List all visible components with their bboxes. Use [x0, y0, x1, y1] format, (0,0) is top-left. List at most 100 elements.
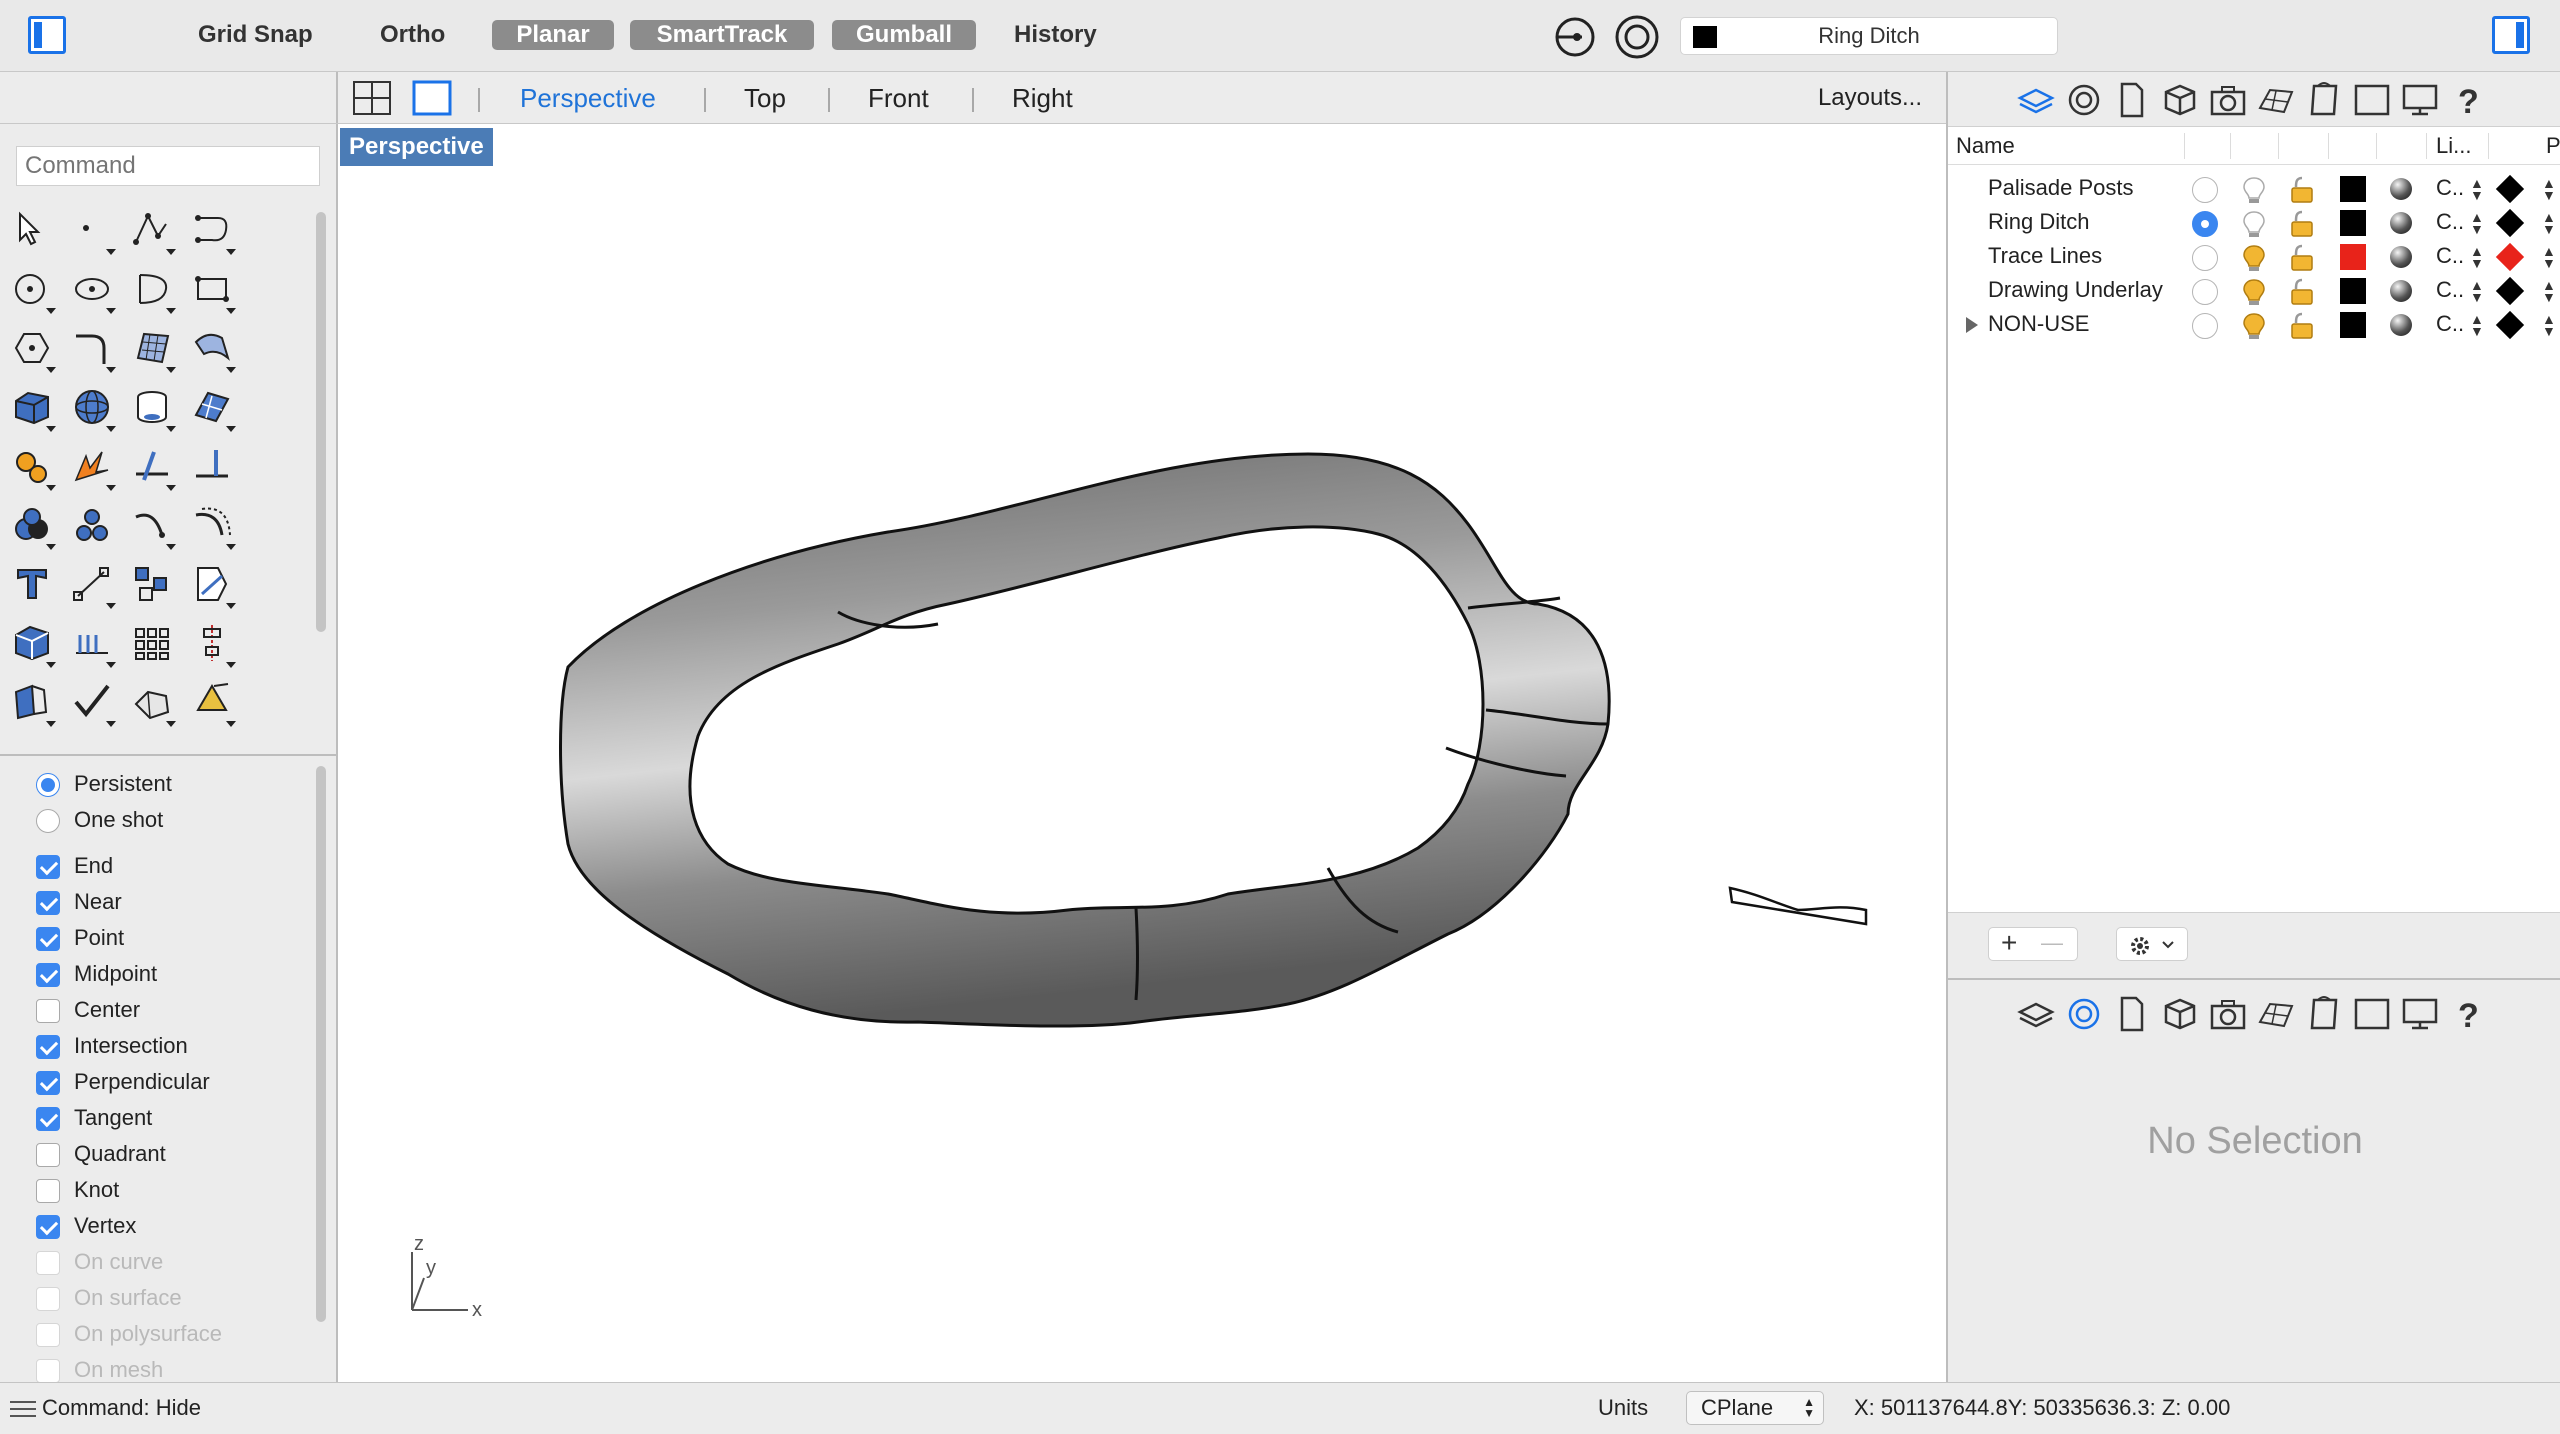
osnap-checkbox[interactable]: [36, 927, 60, 951]
curve-tool[interactable]: [186, 204, 246, 263]
display-icon[interactable]: [2400, 80, 2440, 120]
explode-tool[interactable]: [66, 440, 126, 499]
osnap-vertex[interactable]: Vertex: [36, 1208, 306, 1244]
record-history-icon[interactable]: [1614, 14, 1660, 60]
gumball-button[interactable]: Gumball: [832, 20, 976, 50]
layers-header-linetype[interactable]: Li...: [2436, 133, 2471, 159]
print-color-diamond[interactable]: [2495, 276, 2525, 306]
drafting-tool[interactable]: [66, 617, 126, 676]
right-sidebar-toggle-icon[interactable]: [2492, 16, 2530, 54]
arc-tool[interactable]: [126, 263, 186, 322]
material-sphere-icon[interactable]: [2390, 280, 2412, 302]
array-tool[interactable]: [126, 617, 186, 676]
smarttrack-button[interactable]: SmartTrack: [630, 20, 814, 50]
ground-plane-icon-lower[interactable]: [2256, 994, 2296, 1034]
print-color-diamond[interactable]: [2495, 174, 2525, 204]
trim-tool[interactable]: [126, 440, 186, 499]
layer-color-swatch[interactable]: [2340, 210, 2366, 236]
split-tool[interactable]: [186, 440, 246, 499]
current-layer-radio[interactable]: [2192, 313, 2218, 339]
tab-perspective[interactable]: Perspective: [520, 82, 656, 114]
print-color-stepper-icon[interactable]: ▲ ▼: [2542, 176, 2556, 202]
command-input[interactable]: [16, 146, 320, 186]
osnap-checkbox[interactable]: [36, 1035, 60, 1059]
render-tool[interactable]: [6, 617, 66, 676]
trace-line-curve[interactable]: [1728, 886, 1868, 926]
current-layer-radio[interactable]: [2192, 211, 2218, 237]
circle-tool[interactable]: [6, 263, 66, 322]
properties-icon-lower[interactable]: [2064, 994, 2104, 1034]
solid-edit-tool[interactable]: [66, 499, 126, 558]
layer-row[interactable]: Ring Ditch C.. ▲ ▼ ▲ ▼: [1948, 205, 2560, 239]
analyze-tool[interactable]: [186, 558, 246, 617]
perspective-viewport[interactable]: Perspective z y x: [338, 124, 1946, 1382]
layer-linetype[interactable]: C..: [2436, 277, 2464, 303]
material-sphere-icon[interactable]: [2390, 178, 2412, 200]
curve-from-object-tool[interactable]: [126, 499, 186, 558]
osnap-mode-persistent[interactable]: Persistent: [36, 766, 306, 802]
print-color-stepper-icon[interactable]: ▲ ▼: [2542, 244, 2556, 270]
osnap-checkbox[interactable]: [36, 1071, 60, 1095]
print-color-diamond[interactable]: [2495, 242, 2525, 272]
layer-linetype[interactable]: C..: [2436, 209, 2464, 235]
polygon-tool[interactable]: [6, 322, 66, 381]
print-color-diamond[interactable]: [2495, 208, 2525, 238]
linetype-stepper-icon[interactable]: ▲ ▼: [2470, 210, 2484, 236]
layers-icon[interactable]: [2016, 80, 2056, 120]
layer-linetype[interactable]: C..: [2436, 311, 2464, 337]
layer-color-swatch[interactable]: [2340, 278, 2366, 304]
properties-icon[interactable]: [2064, 80, 2104, 120]
ellipse-tool[interactable]: [66, 263, 126, 322]
osnap-center[interactable]: Center: [36, 992, 306, 1028]
osnap-filter-icon[interactable]: [1554, 16, 1596, 58]
dimension-tool[interactable]: [66, 558, 126, 617]
offset-tool[interactable]: [186, 499, 246, 558]
single-viewport-icon[interactable]: [412, 80, 452, 116]
point-tool[interactable]: [66, 204, 126, 263]
rectangle-tool[interactable]: [186, 263, 246, 322]
units-label[interactable]: Units: [1598, 1395, 1648, 1421]
linetype-stepper-icon[interactable]: ▲ ▼: [2470, 312, 2484, 338]
layer-name[interactable]: NON-USE: [1988, 311, 2089, 337]
linetype-stepper-icon[interactable]: ▲ ▼: [2470, 176, 2484, 202]
lock-icon[interactable]: [2288, 311, 2316, 346]
help-icon-lower[interactable]: ?: [2448, 994, 2488, 1034]
layers-header-print[interactable]: P: [2546, 133, 2560, 159]
current-layer-radio[interactable]: [2192, 279, 2218, 305]
layer-linetype[interactable]: C..: [2436, 175, 2464, 201]
visibility-bulb-icon[interactable]: [2240, 311, 2268, 346]
four-viewports-icon[interactable]: [352, 80, 392, 116]
layer-row[interactable]: NON-USE C.. ▲ ▼ ▲ ▼: [1948, 307, 2560, 341]
remove-layer-button[interactable]: —: [2041, 928, 2063, 958]
planar-button[interactable]: Planar: [492, 20, 614, 50]
surface-tool[interactable]: [126, 322, 186, 381]
material-sphere-icon[interactable]: [2390, 314, 2412, 336]
text-tool[interactable]: [6, 558, 66, 617]
current-layer-radio[interactable]: [2192, 245, 2218, 271]
linetype-stepper-icon[interactable]: ▲ ▼: [2470, 278, 2484, 304]
add-layer-button[interactable]: +: [2001, 928, 2017, 958]
osnap-tangent[interactable]: Tangent: [36, 1100, 306, 1136]
command-history-icon[interactable]: [10, 1401, 36, 1417]
cube-icon[interactable]: [2160, 80, 2200, 120]
ground-plane-icon[interactable]: [2256, 80, 2296, 120]
one-shot-radio[interactable]: [36, 809, 60, 833]
osnap-scrollbar[interactable]: [316, 766, 326, 1322]
print-color-stepper-icon[interactable]: ▲ ▼: [2542, 278, 2556, 304]
align-tool[interactable]: [186, 617, 246, 676]
osnap-perpendicular[interactable]: Perpendicular: [36, 1064, 306, 1100]
layer-row[interactable]: Palisade Posts C.. ▲ ▼ ▲ ▼: [1948, 171, 2560, 205]
osnap-checkbox[interactable]: [36, 963, 60, 987]
camera-icon-lower[interactable]: [2208, 994, 2248, 1034]
cplane-select[interactable]: CPlane ▲ ▼: [1686, 1391, 1824, 1425]
layer-color-swatch[interactable]: [2340, 176, 2366, 202]
fillet-curve-tool[interactable]: [66, 322, 126, 381]
current-layer-selector[interactable]: Ring Ditch: [1680, 17, 2058, 55]
layers-header-name[interactable]: Name: [1956, 133, 2015, 159]
osnap-knot[interactable]: Knot: [36, 1172, 306, 1208]
document-icon[interactable]: [2112, 80, 2152, 120]
window-icon[interactable]: [2352, 80, 2392, 120]
layer-name[interactable]: Trace Lines: [1988, 243, 2102, 269]
lighting-tool[interactable]: [186, 676, 246, 735]
camera-icon[interactable]: [2208, 80, 2248, 120]
